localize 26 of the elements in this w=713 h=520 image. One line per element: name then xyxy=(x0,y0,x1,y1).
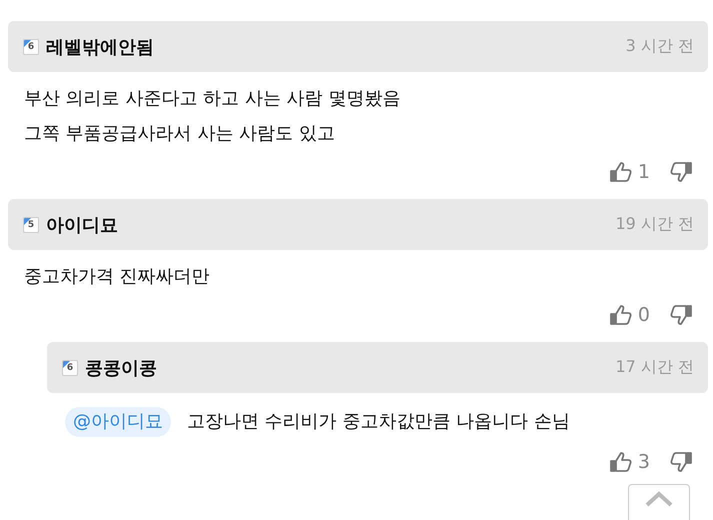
comment-text: 부산 의리로 사준다고 하고 사는 사람 몇명봤음 xyxy=(24,87,400,111)
comment-text: 고장나면 수리비가 중고차값만큼 나옵니다 손님 xyxy=(187,410,570,434)
thumbs-down-icon xyxy=(670,304,692,326)
comment-text: 중고차가격 진짜싸더만 xyxy=(24,265,210,289)
like-count: 3 xyxy=(638,451,650,473)
author-name[interactable]: 레벨밖에안됨 xyxy=(46,34,154,58)
comment-time: 17 시간 전 xyxy=(615,357,694,378)
comment-time: 19 시간 전 xyxy=(615,214,694,235)
comment-time: 3 시간 전 xyxy=(626,36,694,57)
dislike-button[interactable] xyxy=(670,451,692,473)
like-count: 1 xyxy=(638,161,650,183)
thumbs-up-icon xyxy=(610,304,632,326)
thumbs-down-icon xyxy=(670,161,692,183)
dislike-button[interactable] xyxy=(670,161,692,183)
author-name[interactable]: 콩콩이콩 xyxy=(85,356,157,380)
level-badge: 5 xyxy=(23,216,39,232)
level-badge: 6 xyxy=(23,38,39,54)
thumbs-up-icon xyxy=(610,451,632,473)
thumbs-down-icon xyxy=(670,451,692,473)
caret-up-icon xyxy=(644,491,674,507)
author-name[interactable]: 아이디묘 xyxy=(46,212,118,236)
dislike-button[interactable] xyxy=(670,304,692,326)
thumbs-up-icon xyxy=(610,161,632,183)
comment-text: 그쪽 부품공급사라서 사는 사람도 있고 xyxy=(24,122,335,146)
level-badge: 6 xyxy=(62,360,78,376)
like-count: 0 xyxy=(638,304,650,326)
